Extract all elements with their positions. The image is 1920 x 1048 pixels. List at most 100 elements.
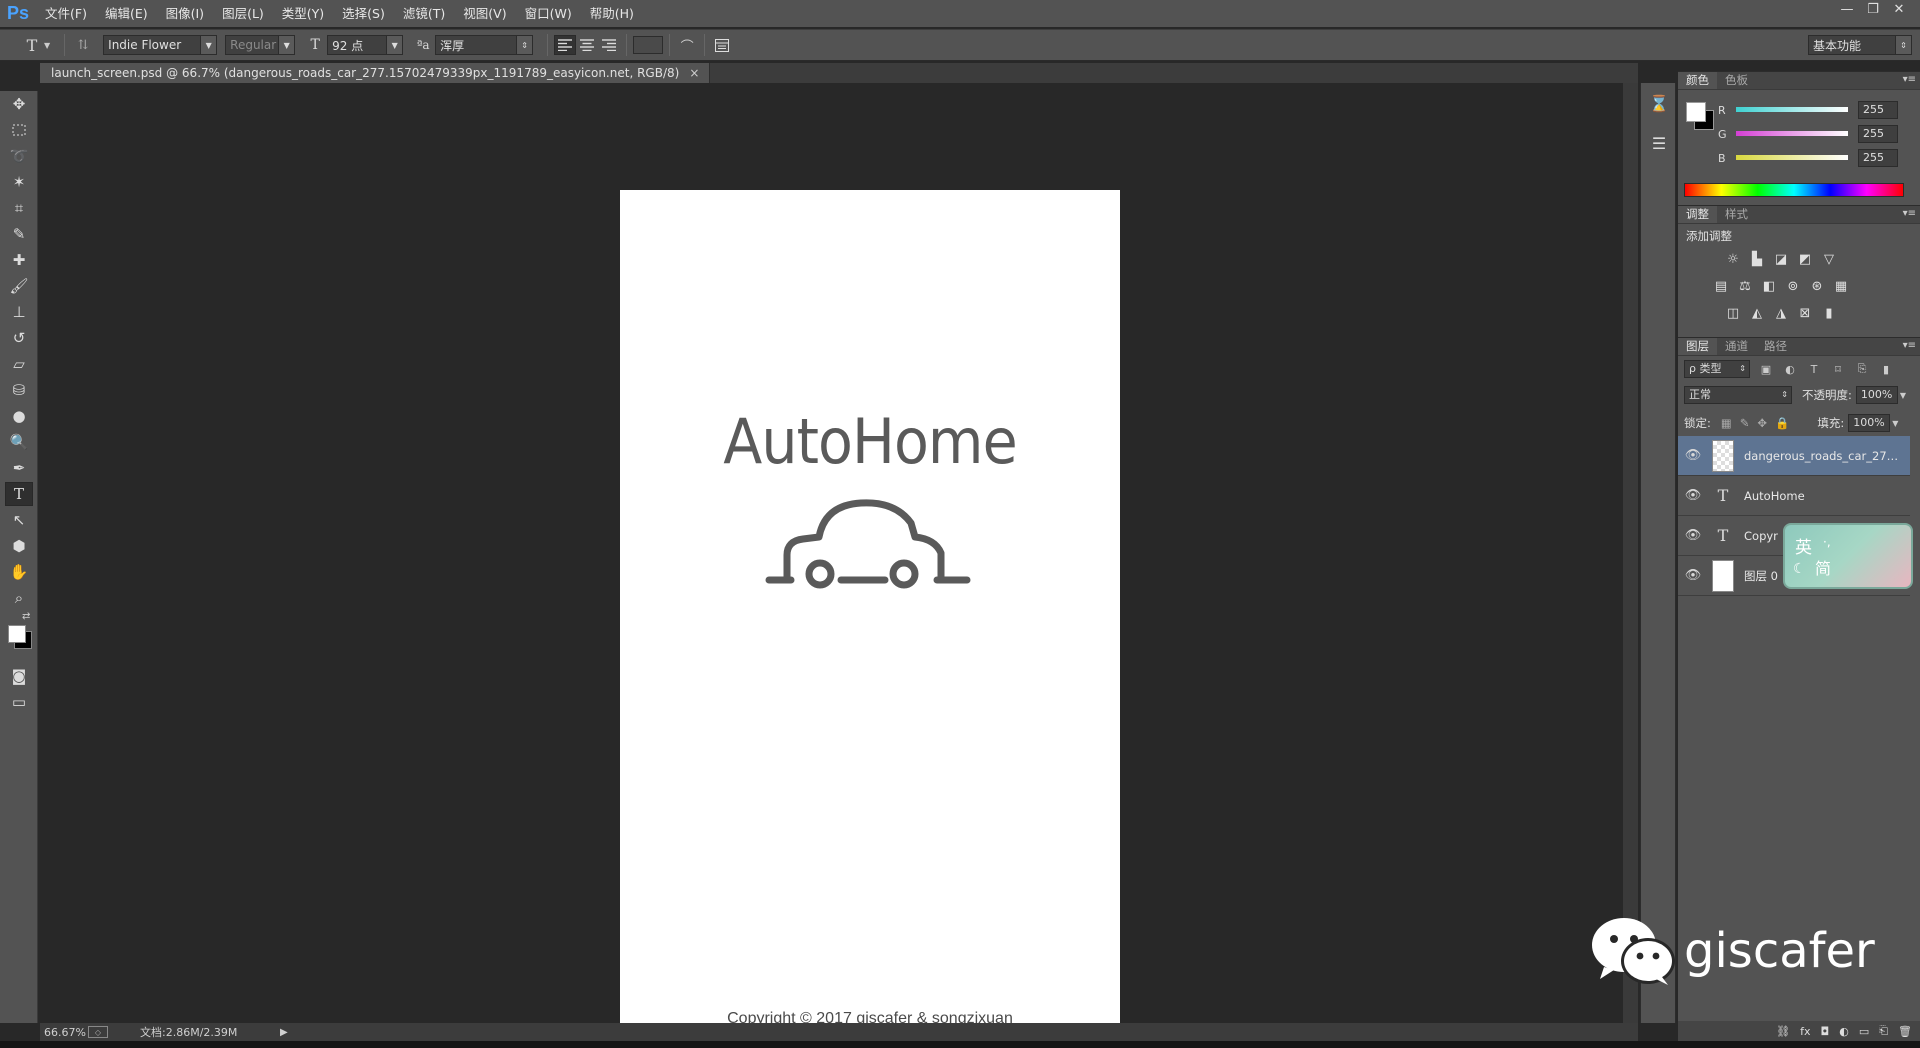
- lock-transparent-icon[interactable]: ▦: [1721, 416, 1732, 430]
- menu-edit[interactable]: 编辑(E): [96, 0, 157, 27]
- channel-b-value[interactable]: 255: [1858, 149, 1898, 167]
- font-family-select[interactable]: Indie Flower ▼: [103, 35, 218, 55]
- panel-menu-icon[interactable]: ▾≡: [1903, 340, 1916, 351]
- type-tool[interactable]: T: [0, 481, 38, 507]
- channel-r-value[interactable]: 255: [1858, 101, 1898, 119]
- text-color-swatch[interactable]: [633, 36, 664, 54]
- tab-color[interactable]: 颜色: [1678, 72, 1717, 89]
- gradient-map-icon[interactable]: ▮: [1820, 304, 1838, 322]
- color-balance-icon[interactable]: ⚖: [1736, 277, 1754, 295]
- font-size-select[interactable]: 92 点 ▼: [327, 35, 404, 55]
- panel-menu-icon[interactable]: ▾≡: [1903, 74, 1916, 85]
- levels-icon[interactable]: ▙: [1748, 250, 1766, 268]
- foreground-color-swatch[interactable]: [8, 625, 26, 643]
- canvas-area[interactable]: AutoHome Copyright © 2017 giscafer & son…: [40, 83, 1638, 1048]
- menu-layer[interactable]: 图层(L): [213, 0, 273, 27]
- photo-filter-icon[interactable]: ⊚: [1784, 277, 1802, 295]
- lock-all-icon[interactable]: 🔒: [1775, 416, 1789, 430]
- paint-bucket-tool[interactable]: ⛁: [0, 377, 38, 403]
- ime-status-widget[interactable]: 英 ·, ☾ 简: [1783, 523, 1913, 589]
- hand-tool[interactable]: ✋: [0, 559, 38, 585]
- menu-image[interactable]: 图像(I): [157, 0, 213, 27]
- tab-paths[interactable]: 路径: [1756, 338, 1795, 355]
- add-mask-icon[interactable]: ◘: [1821, 1025, 1830, 1038]
- warp-text-button[interactable]: ⌒: [676, 35, 698, 55]
- color-swatches[interactable]: ⇄: [0, 611, 37, 663]
- menu-view[interactable]: 视图(V): [454, 0, 515, 27]
- menu-type[interactable]: 类型(Y): [273, 0, 333, 27]
- eraser-tool[interactable]: ▱: [0, 351, 38, 377]
- font-style-select[interactable]: Regular ▼: [225, 35, 296, 55]
- pen-tool[interactable]: ✒: [0, 455, 38, 481]
- selective-color-icon[interactable]: ⊠: [1796, 304, 1814, 322]
- menu-select[interactable]: 选择(S): [333, 0, 394, 27]
- screen-mode-button[interactable]: ▭: [0, 689, 38, 715]
- lasso-tool[interactable]: ➰: [0, 143, 38, 169]
- eyedropper-tool[interactable]: ✎: [0, 221, 38, 247]
- visibility-eye-icon[interactable]: 👁: [1678, 528, 1708, 543]
- curves-icon[interactable]: ◪: [1772, 250, 1790, 268]
- color-panel-swatches[interactable]: [1686, 102, 1716, 132]
- layer-style-icon[interactable]: fx: [1800, 1025, 1810, 1038]
- fill-input[interactable]: 100%: [1848, 414, 1891, 432]
- channel-r-slider[interactable]: [1736, 106, 1848, 112]
- menu-file[interactable]: 文件(F): [36, 0, 96, 27]
- antialias-select[interactable]: 浑厚 ⇕: [435, 35, 534, 55]
- character-panel-button[interactable]: [711, 35, 733, 55]
- menu-filter[interactable]: 滤镜(T): [394, 0, 454, 27]
- color-lookup-icon[interactable]: ▦: [1832, 277, 1850, 295]
- zoom-tool[interactable]: ⌕: [0, 585, 38, 611]
- hue-saturation-icon[interactable]: ▤: [1712, 277, 1730, 295]
- clone-stamp-tool[interactable]: ⊥: [0, 299, 38, 325]
- channel-g-slider[interactable]: [1736, 130, 1848, 136]
- blend-mode-select[interactable]: 正常 ⇕: [1684, 386, 1792, 404]
- opacity-input[interactable]: 100%: [1855, 386, 1898, 404]
- crop-tool[interactable]: ⌗: [0, 195, 38, 221]
- filter-type-icon[interactable]: T: [1806, 361, 1822, 377]
- swap-colors-icon[interactable]: ⇄: [22, 611, 30, 622]
- document-tab[interactable]: launch_screen.psd @ 66.7% (dangerous_roa…: [40, 63, 711, 83]
- menu-help[interactable]: 帮助(H): [581, 0, 643, 27]
- marquee-tool[interactable]: [0, 117, 38, 143]
- channel-b-slider[interactable]: [1736, 154, 1848, 160]
- posterize-icon[interactable]: ◭: [1748, 304, 1766, 322]
- color-spectrum[interactable]: [1684, 183, 1904, 197]
- blur-tool[interactable]: ●: [0, 403, 38, 429]
- exposure-icon[interactable]: ◩: [1796, 250, 1814, 268]
- lock-position-icon[interactable]: ✥: [1757, 416, 1767, 430]
- lock-pixels-icon[interactable]: ✎: [1740, 416, 1750, 430]
- shape-tool[interactable]: ⬢: [0, 533, 38, 559]
- align-right-button[interactable]: [598, 35, 620, 55]
- zoom-level[interactable]: 66.67%: [40, 1026, 88, 1039]
- chevron-down-icon[interactable]: ▼: [1900, 391, 1906, 400]
- visibility-eye-icon[interactable]: 👁: [1678, 568, 1708, 583]
- dodge-tool[interactable]: 🔍: [0, 429, 38, 455]
- tool-preset-picker[interactable]: T ▼: [20, 34, 51, 56]
- magic-wand-tool[interactable]: ✶: [0, 169, 38, 195]
- layer-row[interactable]: 👁 dangerous_roads_car_277....: [1678, 436, 1910, 476]
- visibility-eye-icon[interactable]: 👁: [1678, 488, 1708, 503]
- tab-channels[interactable]: 通道: [1717, 338, 1756, 355]
- restore-button[interactable]: ❐: [1860, 0, 1886, 20]
- invert-icon[interactable]: ◫: [1724, 304, 1742, 322]
- filter-adjustment-icon[interactable]: ◐: [1782, 361, 1798, 377]
- vertical-scrollbar[interactable]: [1623, 83, 1638, 1023]
- channel-mixer-icon[interactable]: ⊛: [1808, 277, 1826, 295]
- menu-window[interactable]: 窗口(W): [516, 0, 581, 27]
- layer-filter-select[interactable]: ρ 类型 ⇕: [1684, 360, 1750, 378]
- new-group-icon[interactable]: ▭: [1859, 1025, 1869, 1038]
- brush-tool[interactable]: 🖌: [0, 273, 38, 299]
- black-white-icon[interactable]: ◧: [1760, 277, 1778, 295]
- text-orientation-button[interactable]: ⇅: [71, 34, 95, 56]
- path-selection-tool[interactable]: ↖: [0, 507, 38, 533]
- close-window-button[interactable]: ✕: [1886, 0, 1912, 20]
- workspace-select[interactable]: 基本功能 ⇕: [1808, 35, 1912, 55]
- filter-smart-object-icon[interactable]: ⎘: [1854, 361, 1870, 377]
- align-left-button[interactable]: [554, 35, 577, 55]
- panel-menu-icon[interactable]: ▾≡: [1903, 208, 1916, 219]
- tab-swatches[interactable]: 色板: [1717, 72, 1756, 89]
- new-adjustment-icon[interactable]: ◐: [1839, 1025, 1849, 1038]
- healing-brush-tool[interactable]: ✚: [0, 247, 38, 273]
- filter-shape-icon[interactable]: ⌑: [1830, 361, 1846, 377]
- filter-toggle-icon[interactable]: ▮: [1878, 361, 1894, 377]
